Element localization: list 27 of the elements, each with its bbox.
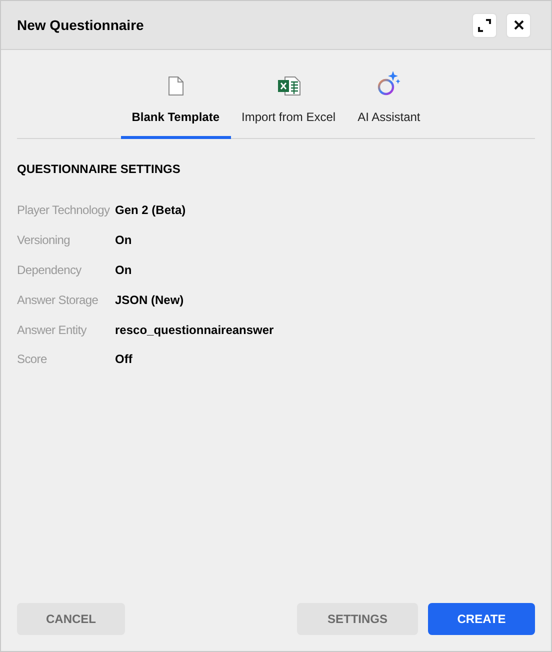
close-icon	[514, 20, 524, 30]
setting-value: Gen 2 (Beta)	[115, 202, 186, 219]
spreadsheet-icon	[276, 76, 301, 96]
setting-label: Dependency	[17, 262, 82, 279]
maximize-button[interactable]	[472, 12, 497, 38]
close-button[interactable]	[506, 12, 531, 38]
setting-label: Score	[17, 351, 48, 368]
setting-value: JSON (New)	[115, 292, 184, 309]
window-title: New Questionnaire	[17, 16, 145, 35]
setting-label: Answer Entity	[17, 322, 88, 339]
sparkle-ring-icon	[376, 70, 401, 96]
tab[interactable]: AI Assistant	[346, 70, 432, 139]
setting-value: On	[115, 232, 132, 249]
expand-icon	[478, 18, 491, 32]
tab[interactable]: Import from Excel	[230, 70, 347, 139]
setting-value: Off	[115, 351, 132, 368]
action-button[interactable]: SETTINGS	[297, 603, 418, 635]
action-button[interactable]: CREATE	[428, 603, 535, 635]
setting-label: Versioning	[17, 232, 72, 249]
tab[interactable]: Blank Template	[120, 70, 231, 139]
setting-label: Answer Storage	[17, 292, 100, 309]
section-heading: QUESTIONNAIRE SETTINGS	[17, 161, 182, 178]
action-button[interactable]: CANCEL	[17, 603, 125, 635]
setting-value: On	[115, 262, 132, 279]
document-icon	[168, 76, 184, 96]
setting-value: resco_questionnaireanswer	[115, 322, 274, 339]
setting-label: Player Technology	[17, 202, 111, 219]
